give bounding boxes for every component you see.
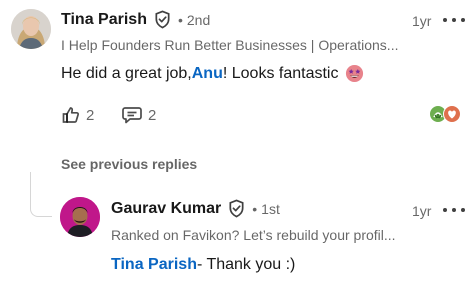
mention-link[interactable]: Anu <box>192 65 223 83</box>
author-name[interactable]: Gaurav Kumar <box>111 200 221 218</box>
more-options-icon[interactable] <box>443 202 465 218</box>
reply-author-row: Gaurav Kumar • 1st <box>111 199 280 218</box>
author-name[interactable]: Tina Parish <box>61 11 147 29</box>
reply-button[interactable]: 2 <box>121 105 156 125</box>
reactions-summary[interactable] <box>429 105 463 123</box>
reply-bubble-icon <box>122 107 142 124</box>
see-previous-replies-link[interactable]: See previous replies <box>61 156 197 172</box>
author-headline: Ranked on Favikon? Let’s rebuild your pr… <box>111 227 396 243</box>
comment-text: He did a great job, Anu! Looks fantastic <box>61 64 364 83</box>
reply-text: Tina Parish - Thank you :) <box>111 256 295 274</box>
like-button[interactable]: 2 <box>61 105 94 125</box>
avatar-gaurav-kumar[interactable] <box>60 197 100 237</box>
comment-text-after: ! Looks fantastic <box>222 64 339 82</box>
more-options-icon[interactable] <box>443 12 465 28</box>
thread-connector-line <box>30 172 52 217</box>
comment-time: 1yr <box>412 13 432 29</box>
mention-link[interactable]: Tina Parish <box>111 256 197 274</box>
love-icon <box>443 105 461 123</box>
comment-author-row: Tina Parish • 2nd <box>61 10 210 29</box>
reply-time: 1yr <box>412 203 432 219</box>
avatar-tina-parish[interactable] <box>11 9 51 49</box>
star-struck-emoji-icon <box>346 64 364 83</box>
thumbs-up-icon <box>62 107 80 123</box>
comment-thread: Tina Parish • 2nd 1yr I Help Founders Run… <box>0 0 475 282</box>
connection-degree: • 1st <box>252 200 280 217</box>
verified-icon <box>229 199 244 218</box>
verified-icon <box>155 10 170 29</box>
connection-degree: • 2nd <box>177 11 211 28</box>
comment-text-before: He did a great job, <box>61 64 192 82</box>
reply-text-body: - Thank you :) <box>196 256 296 273</box>
like-count: 2 <box>86 106 95 124</box>
author-headline: I Help Founders Run Better Businesses | … <box>61 37 399 53</box>
reply-count: 2 <box>148 106 157 124</box>
